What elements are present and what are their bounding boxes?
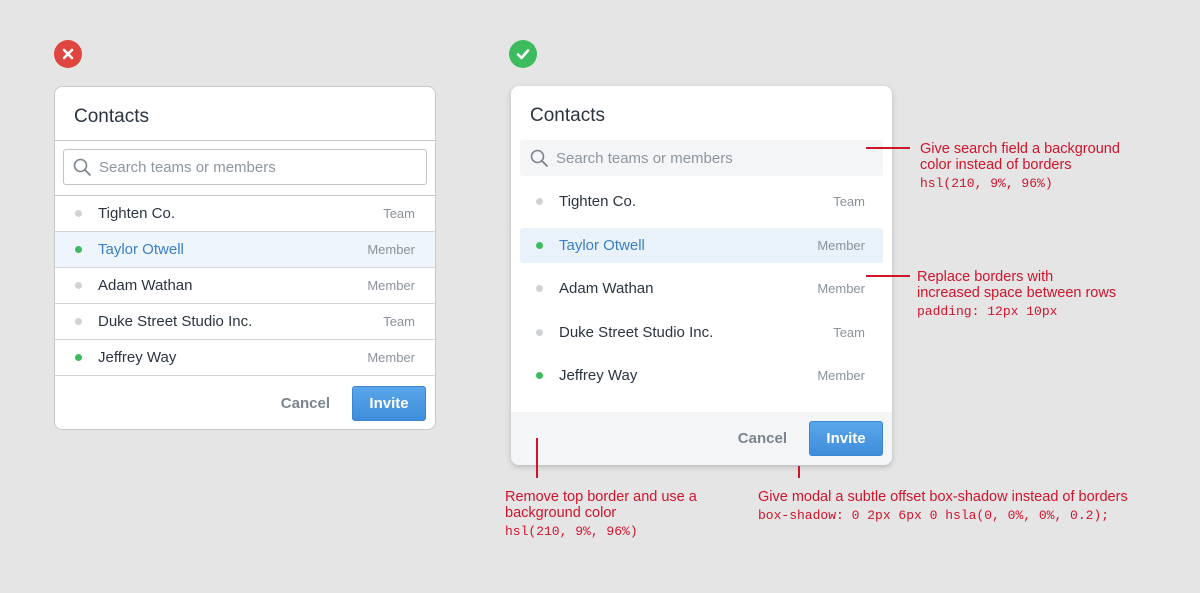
status-dot-icon (75, 246, 82, 253)
modal-title: Contacts (530, 105, 605, 126)
search-icon (73, 158, 91, 176)
contact-type: Team (383, 314, 415, 329)
contact-type: Member (367, 278, 415, 293)
modal-footer: Cancel Invite (55, 376, 435, 429)
cancel-button[interactable]: Cancel (281, 395, 330, 412)
check-icon (509, 40, 537, 68)
list-item[interactable]: Duke Street Studio Inc. Team (55, 304, 435, 340)
contact-type: Member (367, 242, 415, 257)
annotation-text: color instead of borders (920, 157, 1072, 173)
modal-footer: Cancel Invite (511, 412, 892, 465)
annotation-text: Give modal a subtle offset box-shadow in… (758, 489, 1128, 505)
list-item[interactable]: Adam Wathan Member (520, 271, 883, 306)
status-dot-icon (536, 328, 543, 336)
annotation-code: box-shadow: 0 2px 6px 0 hsla(0, 0%, 0%, … (758, 508, 1110, 523)
contact-list: Tighten Co. Team Taylor Otwell Member Ad… (55, 196, 435, 376)
list-item[interactable]: Tighten Co. Team (55, 196, 435, 232)
modal-before: Contacts Search teams or members Tighten… (54, 86, 436, 430)
status-dot-icon (536, 198, 543, 205)
search-placeholder: Search teams or members (99, 158, 276, 176)
annotation-text: Give search field a background (920, 141, 1120, 157)
annotation-line-rows (866, 275, 910, 277)
contact-name: Tighten Co. (98, 205, 175, 222)
annotation-text: increased space between rows (917, 285, 1117, 301)
search-icon (530, 149, 548, 167)
list-item[interactable]: Taylor Otwell Member (520, 227, 883, 263)
x-icon (54, 40, 82, 68)
status-dot-icon (75, 318, 82, 325)
contact-name: Taylor Otwell (559, 236, 645, 254)
contact-type: Team (383, 206, 415, 221)
annotation-footer: Remove top border and use a background c… (505, 489, 697, 539)
search-input[interactable]: Search teams or members (63, 149, 427, 185)
contact-type: Member (817, 237, 865, 253)
annotation-code: hsl(210, 9%, 96%) (505, 524, 638, 539)
list-item[interactable]: Tighten Co. Team (520, 184, 883, 219)
annotation-text: background color (505, 505, 617, 521)
invite-button[interactable]: Invite (352, 385, 426, 421)
contact-name: Duke Street Studio Inc. (98, 313, 253, 330)
contact-type: Member (817, 281, 865, 296)
search-placeholder: Search teams or members (556, 149, 733, 167)
status-dot-icon (75, 210, 82, 217)
modal-title: Contacts (55, 87, 435, 141)
contact-name: Tighten Co. (559, 193, 636, 210)
contact-name: Adam Wathan (559, 280, 654, 297)
annotation-line-footer (536, 438, 538, 478)
list-item[interactable]: Adam Wathan Member (55, 268, 435, 304)
status-dot-icon (75, 282, 82, 289)
contact-name: Jeffrey Way (559, 367, 638, 384)
contact-name: Duke Street Studio Inc. (559, 323, 714, 341)
contact-name: Adam Wathan (98, 277, 193, 294)
list-item[interactable]: Taylor Otwell Member (55, 232, 435, 268)
cancel-button[interactable]: Cancel (738, 430, 787, 447)
annotation-text: Remove top border and use a (505, 489, 697, 505)
invite-button[interactable]: Invite (809, 421, 883, 456)
status-dot-icon (536, 372, 543, 379)
contact-type: Team (833, 194, 865, 209)
list-item[interactable]: Duke Street Studio Inc. Team (520, 315, 883, 350)
contact-type: Member (817, 368, 865, 383)
annotation-line-search (866, 147, 910, 149)
annotation-shadow: Give modal a subtle offset box-shadow in… (758, 489, 1128, 523)
annotation-search: Give search field a background color ins… (920, 141, 1120, 191)
modal-after: Contacts Search teams or members Tighten… (511, 86, 892, 465)
search-section: Search teams or members (55, 141, 435, 196)
search-input[interactable]: Search teams or members (520, 140, 883, 176)
annotation-code: padding: 12px 10px (917, 304, 1058, 319)
annotation-text: Replace borders with (917, 269, 1054, 285)
list-item[interactable]: Jeffrey Way Member (520, 358, 883, 393)
annotation-line-shadow (798, 466, 800, 478)
contact-name: Taylor Otwell (98, 241, 184, 258)
status-dot-icon (536, 285, 543, 292)
annotation-code: hsl(210, 9%, 96%) (920, 176, 1053, 191)
contact-name: Jeffrey Way (98, 349, 177, 366)
contact-list: Tighten Co. Team Taylor Otwell Member Ad… (511, 176, 892, 400)
contact-type: Team (833, 324, 865, 340)
contact-type: Member (367, 350, 415, 365)
status-dot-icon (536, 241, 543, 249)
list-item[interactable]: Jeffrey Way Member (55, 340, 435, 376)
annotation-rows: Replace borders with increased space bet… (917, 269, 1116, 319)
status-dot-icon (75, 354, 82, 361)
